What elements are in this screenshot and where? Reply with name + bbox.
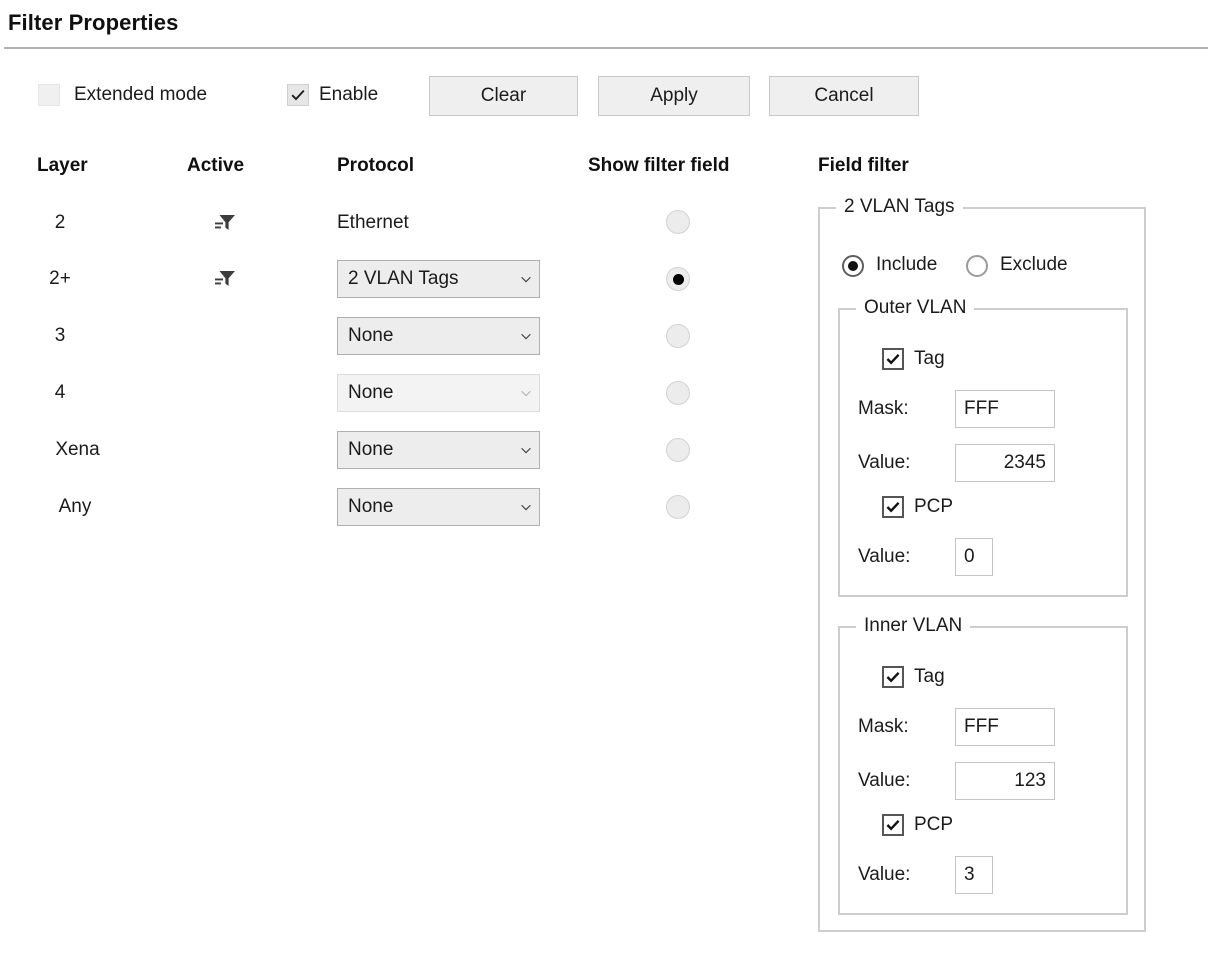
outer-vlan-group: Outer VLAN Tag Mask: Value: PCP Value: bbox=[838, 297, 1128, 597]
inner-vlan-group-title: Inner VLAN bbox=[856, 615, 971, 637]
chevron-down-icon bbox=[513, 329, 539, 343]
chevron-down-icon bbox=[513, 272, 539, 286]
inner-vlan-value-input[interactable] bbox=[955, 762, 1055, 800]
inner-vlan-mask-input[interactable] bbox=[955, 708, 1055, 746]
cancel-button[interactable]: Cancel bbox=[769, 76, 919, 116]
enable-label: Enable bbox=[319, 84, 379, 105]
column-header-layer: Layer bbox=[37, 155, 88, 176]
exclude-radio[interactable] bbox=[966, 255, 988, 277]
show-filter-field-radio[interactable] bbox=[666, 381, 690, 405]
filter-funnel-icon[interactable] bbox=[214, 211, 236, 233]
column-header-active: Active bbox=[187, 155, 245, 176]
field-filter-group: 2 VLAN Tags Include Exclude Outer VLAN T… bbox=[818, 196, 1146, 932]
inner-vlan-pcp-checkbox[interactable]: PCP bbox=[882, 814, 953, 836]
outer-vlan-pcp-label: PCP bbox=[914, 496, 954, 517]
show-filter-field-radio-selected[interactable] bbox=[666, 267, 690, 291]
include-radio[interactable] bbox=[842, 255, 864, 277]
table-row-layer: 2 bbox=[54, 212, 66, 233]
extended-mode-label: Extended mode bbox=[74, 84, 208, 105]
field-filter-group-title: 2 VLAN Tags bbox=[836, 196, 963, 218]
inner-vlan-group: Inner VLAN Tag Mask: Value: PCP Value: bbox=[838, 615, 1128, 915]
chevron-down-icon bbox=[513, 386, 539, 400]
protocol-dropdown-value: None bbox=[348, 439, 394, 460]
check-icon bbox=[882, 496, 904, 518]
inner-vlan-value-label: Value: bbox=[858, 770, 911, 791]
outer-vlan-tag-checkbox[interactable]: Tag bbox=[882, 348, 945, 370]
check-icon bbox=[287, 84, 309, 106]
inner-vlan-tag-label: Tag bbox=[914, 666, 945, 687]
column-header-protocol: Protocol bbox=[337, 155, 415, 176]
outer-vlan-mask-label: Mask: bbox=[858, 398, 909, 419]
show-filter-field-radio[interactable] bbox=[666, 324, 690, 348]
title-divider bbox=[4, 47, 1208, 49]
show-filter-field-radio[interactable] bbox=[666, 438, 690, 462]
protocol-dropdown-value: None bbox=[348, 496, 394, 517]
table-row-layer: 2+ bbox=[49, 268, 71, 289]
protocol-dropdown-value: None bbox=[348, 382, 394, 403]
clear-button[interactable]: Clear bbox=[429, 76, 578, 116]
show-filter-field-radio[interactable] bbox=[666, 495, 690, 519]
inner-vlan-pcp-value-input[interactable] bbox=[955, 856, 993, 894]
chevron-down-icon bbox=[513, 500, 539, 514]
protocol-dropdown-value: None bbox=[348, 325, 394, 346]
outer-vlan-pcp-value-label: Value: bbox=[858, 546, 911, 567]
checkbox-icon bbox=[38, 84, 60, 106]
outer-vlan-value-label: Value: bbox=[858, 452, 911, 473]
inner-vlan-mask-label: Mask: bbox=[858, 716, 909, 737]
table-row-layer: 4 bbox=[54, 382, 66, 403]
table-row-layer: Xena bbox=[55, 439, 100, 460]
extended-mode-checkbox[interactable]: Extended mode bbox=[38, 84, 207, 106]
inner-vlan-tag-checkbox[interactable]: Tag bbox=[882, 666, 945, 688]
protocol-dropdown[interactable]: None bbox=[337, 431, 540, 469]
chevron-down-icon bbox=[513, 443, 539, 457]
outer-vlan-pcp-checkbox[interactable]: PCP bbox=[882, 496, 953, 518]
protocol-dropdown[interactable]: 2 VLAN Tags bbox=[337, 260, 540, 298]
show-filter-field-radio[interactable] bbox=[666, 210, 690, 234]
include-label: Include bbox=[876, 254, 938, 275]
outer-vlan-group-title: Outer VLAN bbox=[856, 297, 975, 319]
exclude-label: Exclude bbox=[1000, 254, 1068, 275]
inner-vlan-pcp-label: PCP bbox=[914, 814, 954, 835]
check-icon bbox=[882, 348, 904, 370]
protocol-dropdown-disabled: None bbox=[337, 374, 540, 412]
check-icon bbox=[882, 666, 904, 688]
radio-dot bbox=[848, 261, 858, 271]
table-row-layer: 3 bbox=[54, 325, 66, 346]
column-header-show-filter-field: Show filter field bbox=[588, 155, 730, 176]
protocol-dropdown[interactable]: None bbox=[337, 317, 540, 355]
apply-button[interactable]: Apply bbox=[598, 76, 750, 116]
radio-dot bbox=[672, 273, 684, 285]
outer-vlan-mask-input[interactable] bbox=[955, 390, 1055, 428]
table-row-layer: Any bbox=[58, 496, 92, 517]
enable-checkbox[interactable]: Enable bbox=[287, 84, 378, 106]
protocol-dropdown-value: 2 VLAN Tags bbox=[348, 268, 459, 289]
outer-vlan-tag-label: Tag bbox=[914, 348, 945, 369]
outer-vlan-pcp-value-input[interactable] bbox=[955, 538, 993, 576]
table-row-protocol: Ethernet bbox=[337, 212, 409, 233]
column-header-field-filter: Field filter bbox=[818, 155, 909, 176]
page-title: Filter Properties bbox=[8, 10, 179, 35]
check-icon bbox=[882, 814, 904, 836]
inner-vlan-pcp-value-label: Value: bbox=[858, 864, 911, 885]
outer-vlan-value-input[interactable] bbox=[955, 444, 1055, 482]
filter-funnel-icon[interactable] bbox=[214, 267, 236, 289]
protocol-dropdown[interactable]: None bbox=[337, 488, 540, 526]
